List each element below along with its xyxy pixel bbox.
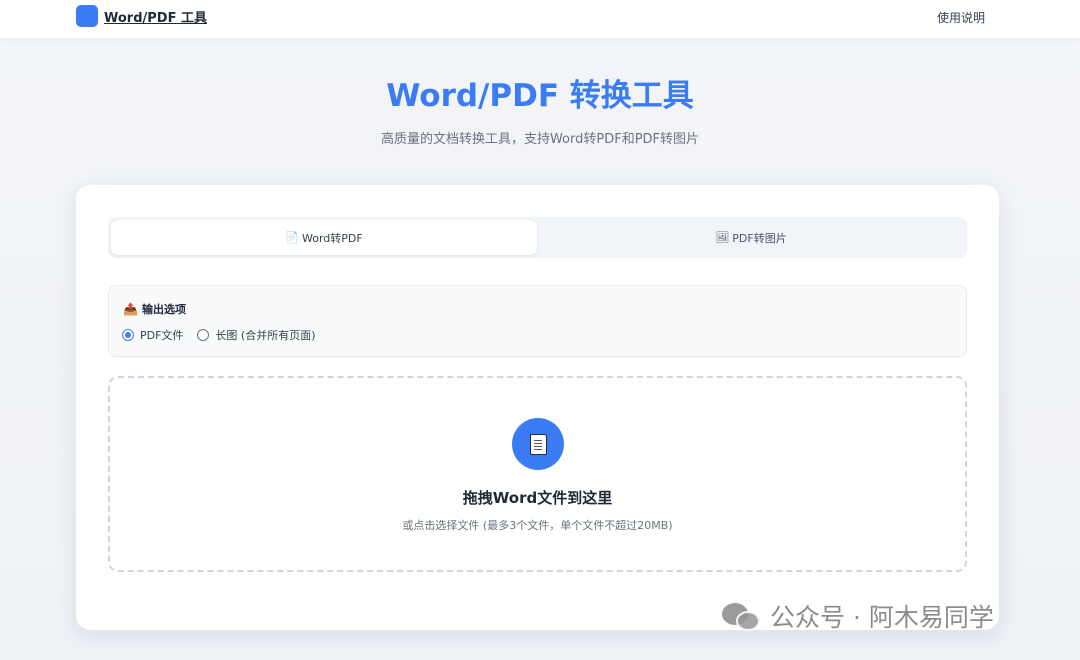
mode-tabs: 📄 Word转PDF 🖼 PDF转图片 <box>108 217 967 258</box>
help-link[interactable]: 使用说明 <box>937 9 985 26</box>
radio-pdf-file[interactable]: PDF文件 <box>122 327 183 343</box>
output-options-heading: 📤 输出选项 <box>123 301 186 317</box>
tab-word-to-pdf[interactable]: 📄 Word转PDF <box>111 220 537 255</box>
brand-link[interactable]: Word/PDF 工具 <box>76 5 207 27</box>
dropzone-hint: 或点击选择文件 (最多3个文件，单个文件不超过20MB) <box>402 519 673 532</box>
document-icon <box>529 433 547 455</box>
brand-title: Word/PDF 工具 <box>104 10 207 26</box>
radio-checked-icon[interactable] <box>122 329 134 341</box>
page-title: Word/PDF 转换工具 <box>386 78 694 114</box>
document-icon: 📄 <box>285 231 299 244</box>
watermark-text: 公众号 · 阿木易同学 <box>770 603 994 632</box>
output-options-title: 输出选项 <box>141 303 186 316</box>
tab-pdf-to-image[interactable]: 🖼 PDF转图片 <box>538 220 964 255</box>
wechat-icon <box>722 601 762 631</box>
tab-label: Word转PDF <box>301 231 363 245</box>
file-dropzone[interactable]: 拖拽Word文件到这里 或点击选择文件 (最多3个文件，单个文件不超过20MB) <box>108 376 967 572</box>
picture-icon: 🖼 <box>715 231 730 244</box>
radio-label: PDF文件 <box>140 329 184 342</box>
output-format-radio-group: PDF文件 长图 (合并所有页面) <box>122 327 330 343</box>
radio-unchecked-icon[interactable] <box>197 329 210 341</box>
upload-document-icon <box>512 418 564 470</box>
radio-label: 长图 (合并所有页面) <box>215 329 316 342</box>
page-subtitle: 高质量的文档转换工具，支持Word转PDF和PDF转图片 <box>380 132 700 147</box>
outbox-icon: 📤 <box>123 302 138 316</box>
watermark: 公众号 · 阿木易同学 <box>722 598 994 634</box>
brand-logo-icon <box>76 5 98 27</box>
converter-card: 📄 Word转PDF 🖼 PDF转图片 📤 输出选项 PDF文件 长图 (合并所… <box>76 185 999 630</box>
dropzone-title: 拖拽Word文件到这里 <box>462 489 613 507</box>
tab-label: PDF转图片 <box>732 231 787 245</box>
radio-long-image[interactable]: 长图 (合并所有页面) <box>197 327 316 343</box>
top-navbar: Word/PDF 工具 使用说明 <box>0 0 1080 38</box>
output-options: 📤 输出选项 PDF文件 长图 (合并所有页面) <box>108 285 967 357</box>
